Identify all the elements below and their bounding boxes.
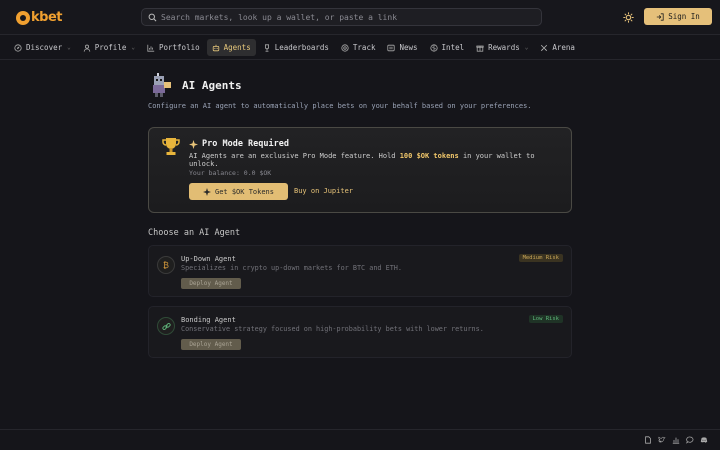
search-box[interactable] <box>141 8 542 26</box>
footer <box>0 429 720 450</box>
trophy-icon <box>162 138 180 155</box>
deploy-agent-button[interactable]: Deploy Agent <box>181 339 241 350</box>
nav-item-discover[interactable]: Discover ⌄ <box>9 39 76 56</box>
nav-label: Intel <box>441 43 465 52</box>
nav-item-news[interactable]: News <box>382 39 422 56</box>
section-title: Choose an AI Agent <box>148 228 241 238</box>
chevron-down-icon: ⌄ <box>524 44 529 51</box>
nav-item-track[interactable]: Track <box>336 39 381 56</box>
sun-icon <box>623 12 634 23</box>
user-icon <box>83 44 90 52</box>
pro-text-before: AI Agents are an exclusive Pro Mode feat… <box>189 152 400 160</box>
twitter-icon[interactable] <box>658 436 666 444</box>
nav-item-portfolio[interactable]: Portfolio <box>142 39 205 56</box>
nav-item-arena[interactable]: Arena <box>535 39 580 56</box>
chevron-down-icon: ⌄ <box>131 44 135 51</box>
deploy-agent-button[interactable]: Deploy Agent <box>181 278 241 289</box>
get-tokens-button[interactable]: Get $OK Tokens <box>189 183 288 200</box>
nav-label: Rewards <box>488 43 520 52</box>
nav-item-agents[interactable]: Agents <box>206 39 256 56</box>
nav-label: Arena <box>552 43 575 52</box>
discord-icon[interactable] <box>700 436 708 444</box>
footer-icons <box>644 436 708 444</box>
newspaper-icon <box>387 44 396 51</box>
nav-label: Profile <box>94 43 127 52</box>
link-icon <box>157 317 175 335</box>
pro-description: AI Agents are an exclusive Pro Mode feat… <box>189 152 565 168</box>
sign-in-button[interactable]: Sign In <box>644 8 712 25</box>
search-icon <box>148 13 157 21</box>
chat-icon[interactable] <box>686 436 694 444</box>
agent-description: Specializes in crypto up-down markets fo… <box>181 264 402 272</box>
nav-label: Leaderboards <box>274 43 329 52</box>
page-title: AI Agents <box>182 79 242 92</box>
agent-name: Up-Down Agent <box>181 255 236 263</box>
brain-icon <box>429 43 438 52</box>
nav-label: Agents <box>223 43 251 52</box>
sign-in-label: Sign In <box>668 12 700 21</box>
sparkle-icon <box>189 139 198 149</box>
top-header: kbet Sign In <box>0 0 720 35</box>
stats-icon[interactable] <box>672 436 680 444</box>
pro-mode-card: Pro Mode Required AI Agents are an exclu… <box>148 127 572 213</box>
chart-icon <box>147 44 155 52</box>
nav-label: Portfolio <box>158 43 200 52</box>
logo-text: kbet <box>31 10 62 25</box>
nav-item-leaderboards[interactable]: Leaderboards <box>258 39 334 56</box>
agent-card-bonding: Bonding Agent Conservative strategy focu… <box>148 306 572 358</box>
login-icon <box>656 12 664 21</box>
gift-icon <box>476 45 484 52</box>
search-input[interactable] <box>161 12 531 22</box>
page-header: AI Agents <box>150 72 242 98</box>
pro-title: Pro Mode Required <box>189 139 289 149</box>
nav-item-intel[interactable]: Intel <box>425 39 470 56</box>
pro-title-text: Pro Mode Required <box>202 139 289 149</box>
logo-mark <box>16 10 30 25</box>
nav-label: Discover <box>26 43 63 52</box>
chevron-down-icon: ⌄ <box>67 44 71 51</box>
document-icon[interactable] <box>644 436 652 444</box>
trophy-icon <box>264 43 269 52</box>
risk-badge: Medium Risk <box>518 254 563 262</box>
agent-name: Bonding Agent <box>181 316 236 324</box>
risk-badge: Low Risk <box>528 315 563 323</box>
nav-label: News <box>399 43 418 52</box>
buy-on-jupiter-link[interactable]: Buy on Jupiter <box>294 187 353 195</box>
swords-icon <box>541 44 548 51</box>
page-description: Configure an AI agent to automatically p… <box>148 102 532 110</box>
compass-icon <box>14 43 22 52</box>
pro-token-requirement: 100 $OK tokens <box>399 152 459 160</box>
get-tokens-label: Get $OK Tokens <box>214 187 274 196</box>
target-icon <box>341 43 349 52</box>
bitcoin-icon: ₿ <box>157 256 175 274</box>
main-nav: Discover ⌄ Profile ⌄ Portfolio Agents Le… <box>0 36 720 60</box>
robot-agent-icon <box>153 73 171 97</box>
logo[interactable]: kbet <box>16 9 62 26</box>
nav-item-profile[interactable]: Profile ⌄ <box>78 39 140 56</box>
theme-toggle-button[interactable] <box>622 11 635 24</box>
sparkle-icon <box>202 187 211 196</box>
nav-item-rewards[interactable]: Rewards ⌄ <box>471 39 533 56</box>
agent-card-up-down: ₿ Up-Down Agent Specializes in crypto up… <box>148 245 572 297</box>
bot-icon <box>212 44 219 51</box>
agent-description: Conservative strategy focused on high-pr… <box>181 325 484 333</box>
balance-text: Your balance: 0.0 $OK <box>189 169 272 177</box>
nav-label: Track <box>352 43 376 52</box>
